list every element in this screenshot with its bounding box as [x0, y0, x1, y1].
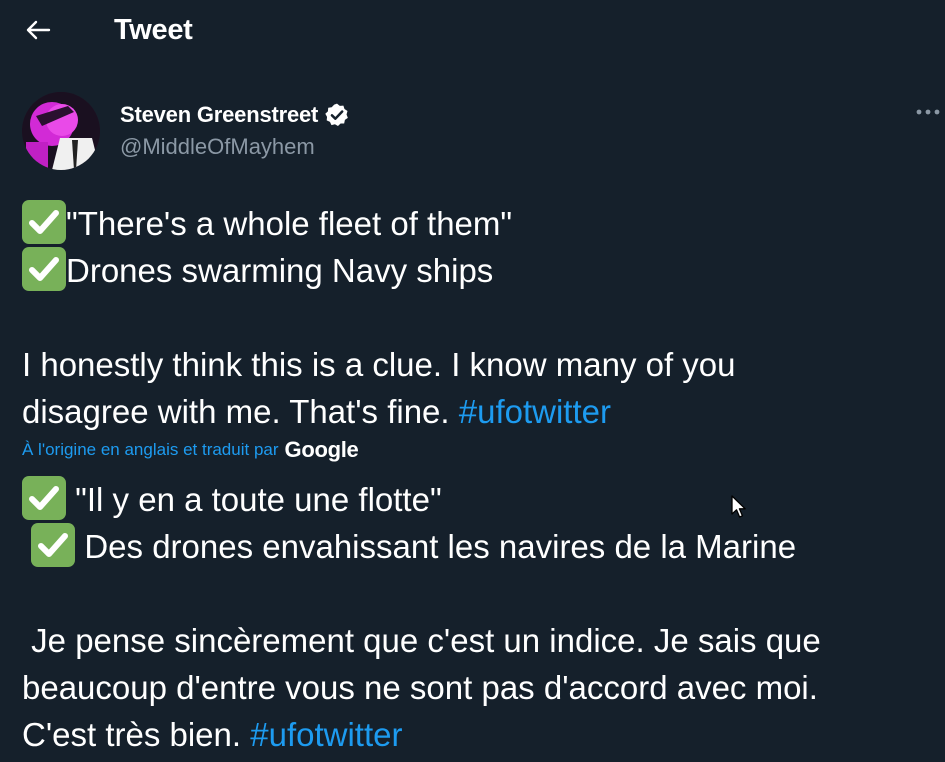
tweet-translated-text: "Il y en a toute une flotte" Des drones … — [22, 476, 942, 758]
tweet-line: C'est très bien. — [22, 716, 251, 753]
verified-badge-icon — [325, 103, 349, 127]
tweet-line: "Il y en a toute une flotte" — [66, 481, 442, 518]
hashtag-link[interactable]: #ufotwitter — [459, 393, 611, 430]
tweet-line: "There's a whole fleet of them" — [66, 205, 513, 242]
tweet-line: Je pense sincèrement que c'est un indice… — [22, 622, 821, 659]
arrow-left-icon — [26, 20, 51, 40]
tweet-page: Tweet Steven Greenstreet @MiddleOfMayhem — [0, 0, 945, 762]
google-logo: Google — [284, 437, 359, 462]
author-handle[interactable]: @MiddleOfMayhem — [120, 134, 315, 160]
avatar[interactable] — [22, 92, 100, 170]
check-mark-icon — [22, 476, 66, 520]
tweet-line: Des drones envahissant les navires de la… — [75, 528, 797, 565]
back-button[interactable] — [18, 10, 58, 50]
mouse-cursor-icon — [731, 495, 746, 518]
page-title: Tweet — [114, 14, 193, 46]
tweet-line: beaucoup d'entre vous ne sont pas d'acco… — [22, 669, 818, 706]
translation-attribution: À l'origine en anglais et traduit par Go… — [22, 437, 359, 463]
tweet-line: disagree with me. That's fine. — [22, 393, 459, 430]
tweet-original-text: "There's a whole fleet of them" Drones s… — [22, 200, 942, 435]
tweet-line: I honestly think this is a clue. I know … — [22, 346, 736, 383]
author-name[interactable]: Steven Greenstreet — [120, 102, 318, 128]
tweet-author: Steven Greenstreet @MiddleOfMayhem — [22, 92, 945, 172]
author-name-line: Steven Greenstreet — [120, 102, 350, 128]
hashtag-link[interactable]: #ufotwitter — [250, 716, 402, 753]
tweet-line: Drones swarming Navy ships — [66, 252, 494, 289]
check-mark-icon — [31, 523, 76, 567]
check-mark-icon — [22, 247, 66, 291]
page-header: Tweet — [0, 0, 945, 62]
more-options-button[interactable] — [915, 100, 945, 124]
avatar-image — [22, 92, 100, 170]
more-dots-icon — [916, 109, 940, 115]
check-mark-icon — [22, 200, 66, 244]
translation-attribution-text[interactable]: À l'origine en anglais et traduit par — [22, 440, 279, 460]
